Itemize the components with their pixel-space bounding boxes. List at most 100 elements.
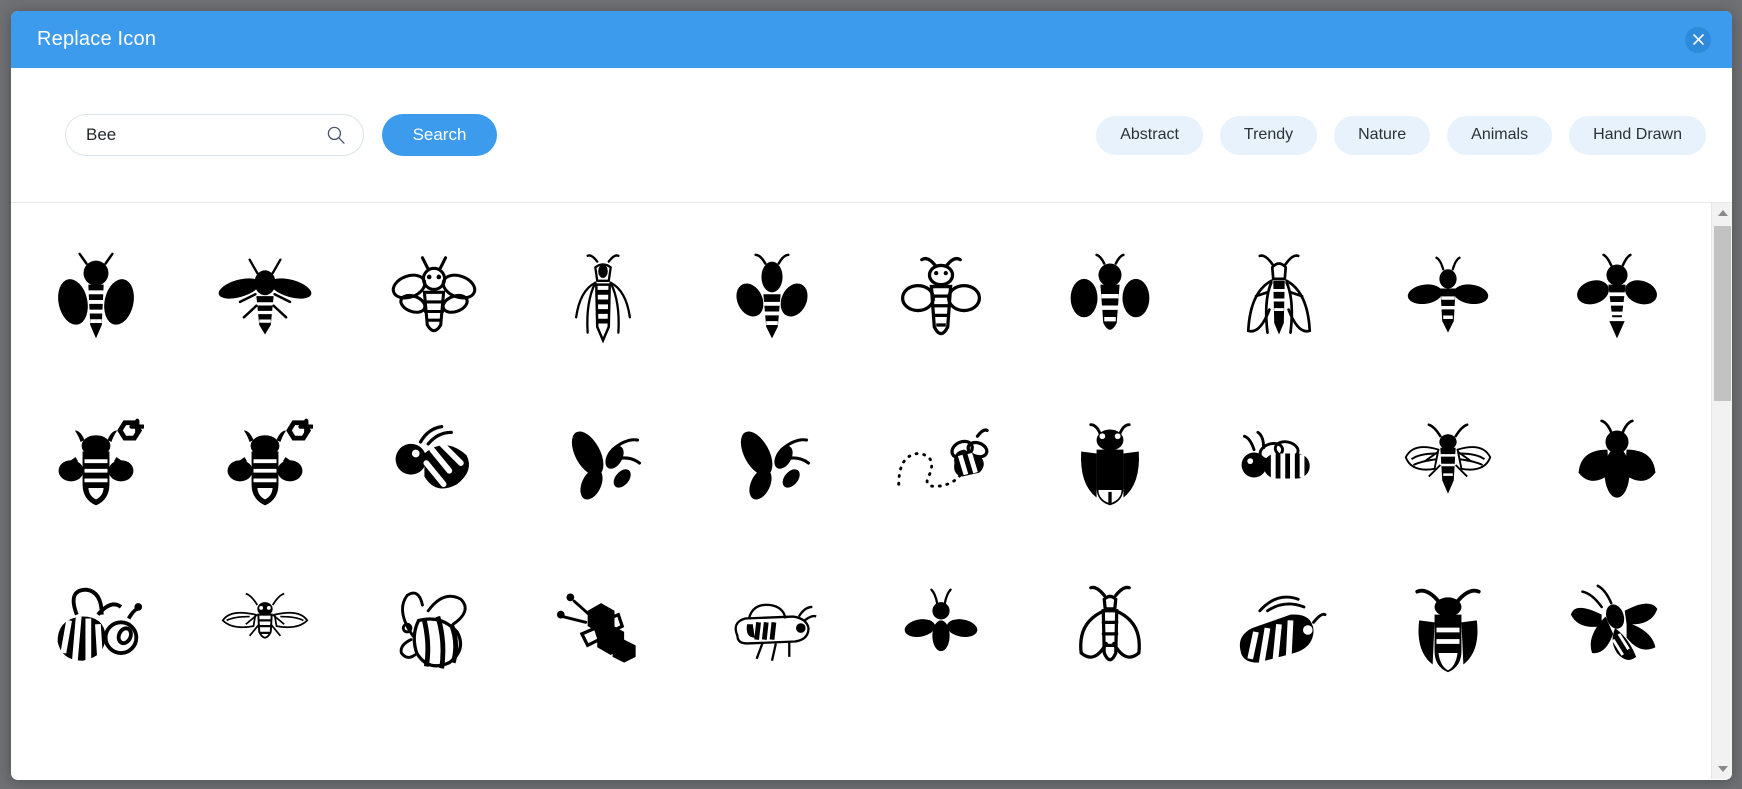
icon-result-20[interactable]	[1532, 382, 1701, 547]
dialog-header: Replace Icon	[11, 11, 1732, 68]
dialog-title: Replace Icon	[37, 28, 157, 50]
icon-result-5[interactable]	[687, 217, 856, 382]
bee-outline-detailed-wings-icon	[1231, 252, 1327, 348]
icon-result-8[interactable]	[1194, 217, 1363, 382]
search-field	[65, 114, 364, 156]
icon-result-15[interactable]	[687, 382, 856, 547]
bee-outline-teardrop-wings-icon	[1062, 582, 1158, 678]
bee-abstract-petal-wings-2-icon	[724, 417, 820, 513]
chevron-down-icon	[1717, 766, 1728, 772]
search-toolbar: Search Abstract Trendy Nature Animals Ha…	[11, 68, 1732, 203]
icon-result-36[interactable]	[856, 712, 1025, 779]
bee-abstract-petal-wings-icon	[555, 417, 651, 513]
close-icon	[1692, 33, 1705, 46]
icon-result-11[interactable]	[11, 382, 180, 547]
icon-result-16[interactable]	[856, 382, 1025, 547]
search-input[interactable]	[65, 114, 364, 156]
icon-result-3[interactable]	[349, 217, 518, 382]
icon-result-32[interactable]	[180, 712, 349, 779]
bee-partial-row-5-icon	[724, 747, 820, 780]
bee-detailed-lace-wings-icon	[1400, 417, 1496, 513]
close-button[interactable]	[1685, 26, 1711, 53]
bee-partial-row-10-icon	[1569, 747, 1665, 780]
icon-result-17[interactable]	[1025, 382, 1194, 547]
icon-result-13[interactable]	[349, 382, 518, 547]
results-scrollbar[interactable]	[1711, 203, 1732, 779]
icon-grid	[11, 203, 1701, 779]
bee-cartoon-outline-striped-side-icon	[48, 582, 144, 678]
icon-result-18[interactable]	[1194, 382, 1363, 547]
bee-solid-wide-wings-icon	[1062, 252, 1158, 348]
bee-cartoon-striped-flying-icon	[386, 417, 482, 513]
bee-solid-minimal-wings-icon	[893, 582, 989, 678]
chevron-up-icon	[1717, 210, 1728, 216]
tag-nature[interactable]: Nature	[1334, 115, 1431, 155]
bee-detailed-silhouette-wings-icon	[1569, 582, 1665, 678]
icon-result-6[interactable]	[856, 217, 1025, 382]
scroll-up-button[interactable]	[1712, 203, 1732, 223]
bee-cartoon-small-striped-icon	[1231, 417, 1327, 513]
bee-solid-oval-head-striped-icon	[724, 252, 820, 348]
search-button[interactable]: Search	[382, 114, 497, 156]
bee-solid-bold-round-icon	[1062, 417, 1158, 513]
bee-dotted-flight-path-icon	[893, 417, 989, 513]
bee-spread-wings-solid-icon	[217, 252, 313, 348]
icon-result-22[interactable]	[180, 547, 349, 712]
icon-result-9[interactable]	[1363, 217, 1532, 382]
tag-abstract[interactable]: Abstract	[1096, 115, 1203, 155]
bee-partial-row-7-icon	[1062, 747, 1158, 780]
bee-partial-row-1-icon	[48, 747, 144, 780]
bee-outline-loop-wings-icon	[893, 252, 989, 348]
icon-result-40[interactable]	[1532, 712, 1701, 779]
bee-outline-long-striped-body-icon	[555, 252, 651, 348]
icon-result-4[interactable]	[518, 217, 687, 382]
category-tag-list: Abstract Trendy Nature Animals Hand Draw…	[1096, 115, 1706, 155]
bee-partial-row-4-icon	[555, 747, 651, 780]
bee-hand-drawn-sketch-icon	[386, 582, 482, 678]
icon-result-28[interactable]	[1194, 547, 1363, 712]
icon-result-14[interactable]	[518, 382, 687, 547]
icon-result-27[interactable]	[1025, 547, 1194, 712]
bee-partial-row-8-icon	[1231, 747, 1327, 780]
icon-result-24[interactable]	[518, 547, 687, 712]
bee-solid-silhouette-simple-icon	[1569, 417, 1665, 513]
tag-hand-drawn[interactable]: Hand Drawn	[1569, 115, 1706, 155]
icon-result-35[interactable]	[687, 712, 856, 779]
icon-result-12[interactable]	[180, 382, 349, 547]
tag-animals[interactable]: Animals	[1447, 115, 1553, 155]
tag-trendy[interactable]: Trendy	[1219, 115, 1318, 155]
icon-result-10[interactable]	[1532, 217, 1701, 382]
bee-partial-row-9-icon	[1400, 747, 1496, 780]
replace-icon-dialog: Replace Icon Search Abstract Trendy Nat	[11, 11, 1732, 780]
icon-result-30[interactable]	[1532, 547, 1701, 712]
bee-solid-small-wings-icon	[1400, 252, 1496, 348]
icon-result-39[interactable]	[1363, 712, 1532, 779]
bee-geometric-hexagon-body-icon	[555, 582, 651, 678]
icon-result-25[interactable]	[687, 547, 856, 712]
bee-realistic-line-art-icon	[217, 582, 313, 678]
icon-result-33[interactable]	[349, 712, 518, 779]
search-icon[interactable]	[326, 125, 346, 145]
icon-result-34[interactable]	[518, 712, 687, 779]
icon-result-38[interactable]	[1194, 712, 1363, 779]
bee-with-honeycomb-plus-badge-2-icon	[217, 417, 313, 513]
icon-results-area	[11, 203, 1732, 779]
icon-result-2[interactable]	[180, 217, 349, 382]
icon-result-26[interactable]	[856, 547, 1025, 712]
bee-partial-row-3-icon	[386, 747, 482, 780]
icon-result-29[interactable]	[1363, 547, 1532, 712]
icon-result-21[interactable]	[11, 547, 180, 712]
bee-outline-round-wings-icon	[386, 252, 482, 348]
icon-result-23[interactable]	[349, 547, 518, 712]
icon-result-31[interactable]	[11, 712, 180, 779]
bee-side-view-line-art-icon	[724, 582, 820, 678]
bee-partial-row-6-icon	[893, 747, 989, 780]
bee-solid-antenna-bold-icon	[1400, 582, 1496, 678]
icon-result-37[interactable]	[1025, 712, 1194, 779]
icon-result-19[interactable]	[1363, 382, 1532, 547]
icon-result-1[interactable]	[11, 217, 180, 382]
scroll-down-button[interactable]	[1712, 759, 1732, 779]
scroll-thumb[interactable]	[1714, 226, 1731, 401]
icon-result-7[interactable]	[1025, 217, 1194, 382]
bee-flying-side-striped-icon	[1231, 582, 1327, 678]
